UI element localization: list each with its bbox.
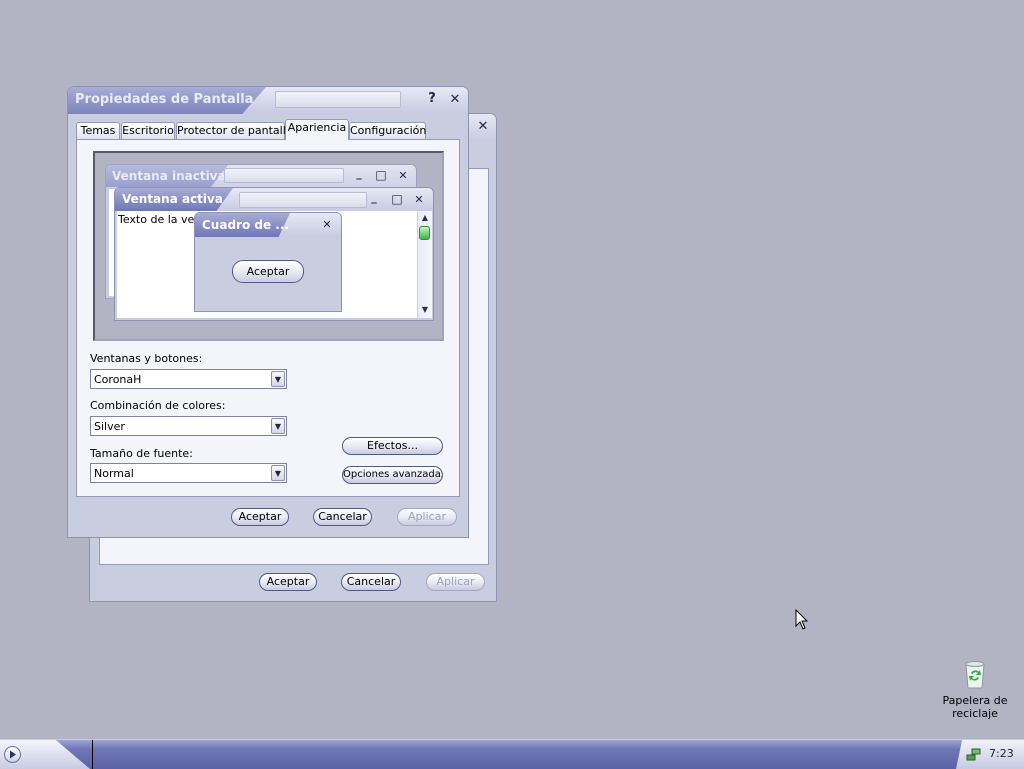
preview-inactive-close-icon: ✕ [398,169,408,182]
network-tray-icon[interactable] [966,746,982,762]
font-size-value: Normal [94,467,134,480]
windows-buttons-label: Ventanas y botones: [90,352,203,365]
preview-scrollbar: ▲ ▼ [417,211,432,318]
apply-button[interactable]: Aplicar [397,508,457,526]
title-decor-field [275,91,401,108]
system-tray: 7:23 [956,740,1024,769]
advanced-options-button[interactable]: Opciones avanzadas [342,466,443,484]
background-accept-button[interactable]: Aceptar [259,573,317,591]
tab-configuracion[interactable]: Configuración [349,122,426,139]
preview-inactive-minimize-icon: _ [356,167,362,180]
recycle-bin-desktop-icon[interactable]: Papelera de reciclaje [938,656,1012,724]
recycle-bin-label-line1: Papelera de [942,694,1008,707]
tab-temas[interactable]: Temas [76,122,120,139]
color-scheme-select[interactable]: Silver ▼ [90,416,287,436]
accept-button[interactable]: Aceptar [231,508,289,526]
dialog-title: Propiedades de Pantalla [75,92,254,107]
preview-active-minimize-icon: _ [371,191,377,204]
dialog-titlebar[interactable]: Propiedades de Pantalla ? ✕ [68,87,468,114]
chevron-down-icon[interactable]: ▼ [271,418,285,434]
close-button[interactable]: ✕ [447,92,463,108]
appearance-preview: Ventana inactiva _ □ ✕ Ventana activa _ … [93,151,444,341]
mouse-cursor-icon [795,609,809,630]
background-apply-button[interactable]: Aplicar [426,573,485,591]
start-button[interactable] [0,740,90,769]
tab-protector-de-pantalla[interactable]: Protector de pantalla [176,122,293,139]
scroll-up-icon: ▲ [421,213,429,222]
taskbar: 7:23 [0,739,1024,769]
preview-active-title: Ventana activa [122,192,223,206]
cancel-button[interactable]: Cancelar [313,508,372,526]
preview-inactive-maximize-icon: □ [375,168,387,182]
background-window-close-button[interactable]: ✕ [475,119,491,135]
chevron-down-icon[interactable]: ▼ [271,465,285,481]
start-play-icon [4,746,21,763]
effects-button[interactable]: Efectos... [342,437,443,455]
help-button[interactable]: ? [424,91,440,107]
font-size-label: Tamaño de fuente: [90,447,193,460]
tab-apariencia[interactable]: Apariencia [285,119,349,140]
color-scheme-value: Silver [94,420,125,433]
preview-inactive-title: Ventana inactiva [112,169,226,183]
windows-buttons-select[interactable]: CoronaH ▼ [90,369,287,389]
recycle-bin-icon [965,661,985,689]
preview-active-maximize-icon: □ [391,192,403,206]
preview-message-title: Cuadro de ... [202,218,289,232]
scroll-down-icon: ▼ [421,305,429,314]
taskbar-separator [92,740,93,769]
font-size-select[interactable]: Normal ▼ [90,463,287,483]
windows-buttons-value: CoronaH [94,373,142,386]
color-scheme-label: Combinación de colores: [90,399,226,412]
chevron-down-icon[interactable]: ▼ [271,371,285,387]
preview-message-close-icon: ✕ [322,218,332,231]
background-cancel-button[interactable]: Cancelar [341,573,401,591]
preview-message-box: Cuadro de ... ✕ Aceptar [194,212,342,312]
recycle-bin-label-line2: reciclaje [952,707,998,720]
tray-clock[interactable]: 7:23 [989,747,1014,760]
scroll-thumb [419,226,430,240]
preview-active-close-icon: ✕ [414,193,424,206]
preview-message-accept-button: Aceptar [232,260,304,283]
tab-escritorio[interactable]: Escritorio [121,122,175,139]
